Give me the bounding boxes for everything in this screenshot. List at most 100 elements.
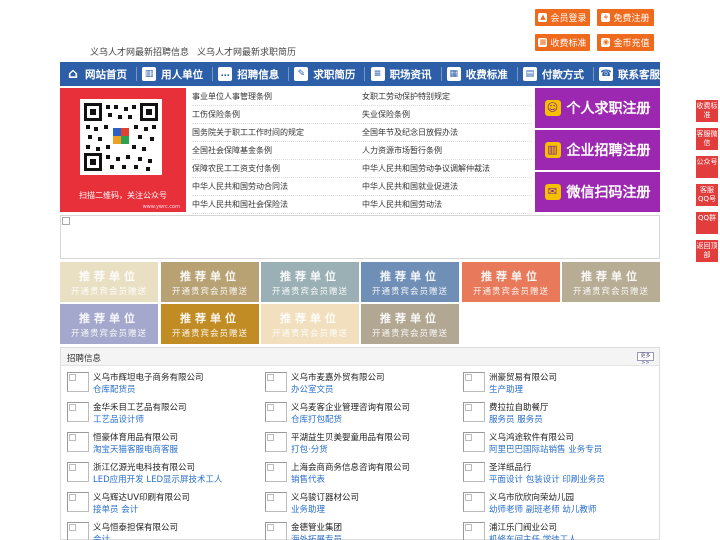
side-tab[interactable]: 公众号 <box>696 156 718 178</box>
company-logo-image[interactable] <box>265 492 287 512</box>
company-name-link[interactable]: 金德管业集团 <box>291 521 342 533</box>
recommend-tile[interactable]: 推荐单位 开通贵宾会员赠送 <box>562 262 660 302</box>
company-name-link[interactable]: 浦江乐门阀业公司 <box>489 521 557 533</box>
law-link[interactable]: 失业保险条例 <box>362 109 532 120</box>
job-position-link[interactable]: 业务助理 <box>291 503 325 515</box>
law-link[interactable]: 事业单位人事管理条例 <box>192 91 362 102</box>
job-position-link[interactable]: 接单员 会计 <box>93 503 138 515</box>
job-position-link[interactable]: 仓库打包配货 <box>291 413 342 425</box>
banner-ad[interactable] <box>60 215 660 259</box>
nav-resumes[interactable]: ✎ 求职简历 <box>294 62 355 86</box>
job-position-link[interactable]: 平面设计 包装设计 印刷业务员 <box>489 473 605 485</box>
company-name-link[interactable]: 费拉拉自助餐厅 <box>489 401 549 413</box>
side-tab[interactable]: 客服QQ号 <box>696 184 718 206</box>
company-name-link[interactable]: 义乌恒泰担保有限公司 <box>93 521 178 533</box>
company-logo-image[interactable] <box>463 522 485 540</box>
job-position-link[interactable]: 机修车间主任 学徒工人 <box>489 533 577 540</box>
job-position-link[interactable]: 阿里巴巴国际站销售 业务专员 <box>489 443 602 455</box>
job-position-link[interactable]: 海外拓展专员 <box>291 533 342 540</box>
law-link[interactable]: 保障农民工工资支付条例 <box>192 163 362 174</box>
recommend-tile[interactable]: 推荐单位 开通贵宾会员赠送 <box>161 262 259 302</box>
company-logo-image[interactable] <box>67 372 89 392</box>
nav-job-listings[interactable]: … 招聘信息 <box>218 62 279 86</box>
company-logo-image[interactable] <box>265 462 287 482</box>
company-logo-image[interactable] <box>265 372 287 392</box>
job-position-link[interactable]: 生产助理 <box>489 383 523 395</box>
law-link[interactable]: 人力资源市场暂行条例 <box>362 145 532 156</box>
company-name-link[interactable]: 义乌市欣欣向荣幼儿园 <box>489 491 574 503</box>
company-name-link[interactable]: 平湖益生贝美婴童用品有限公司 <box>291 431 410 443</box>
company-name-link[interactable]: 义乌辉达UV印刷有限公司 <box>93 491 190 503</box>
nav-employers[interactable]: ▥ 用人单位 <box>142 62 203 86</box>
recommend-tile[interactable]: 推荐单位 开通贵宾会员赠送 <box>261 262 359 302</box>
recommend-tile[interactable]: 推荐单位 开通贵宾会员赠送 <box>60 304 158 344</box>
job-position-link[interactable]: 会计 <box>93 533 110 540</box>
free-register-button[interactable]: + 免费注册 <box>597 9 654 26</box>
company-name-link[interactable]: 上海会商商务信息咨询有限公司 <box>291 461 410 473</box>
job-position-link[interactable]: 办公室文员 <box>291 383 334 395</box>
company-name-link[interactable]: 恒豪体育用品有限公司 <box>93 431 178 443</box>
company-logo-image[interactable] <box>265 402 287 422</box>
member-login-button[interactable]: ▲ 会员登录 <box>535 9 590 26</box>
law-link[interactable]: 中华人民共和国劳动争议调解仲裁法 <box>362 163 532 174</box>
company-logo-image[interactable] <box>463 432 485 452</box>
company-name-link[interactable]: 义乌骏订器材公司 <box>291 491 359 503</box>
job-position-link[interactable]: 打包·分货 <box>291 443 328 455</box>
company-logo-image[interactable] <box>463 372 485 392</box>
coin-recharge-button[interactable]: ◉ 金币充值 <box>597 34 654 51</box>
company-name-link[interactable]: 义乌市麦嘉外贸有限公司 <box>291 371 385 383</box>
recommend-tile[interactable]: 推荐单位 开通贵宾会员赠送 <box>361 262 459 302</box>
law-link[interactable]: 全国社会保障基金条例 <box>192 145 362 156</box>
company-logo-image[interactable] <box>67 522 89 540</box>
nav-payment-methods[interactable]: ▤ 付款方式 <box>522 62 584 86</box>
company-name-link[interactable]: 圣洋纸品行 <box>489 461 532 473</box>
company-logo-image[interactable] <box>67 432 89 452</box>
recommend-tile[interactable]: 推荐单位 开通贵宾会员赠送 <box>60 262 158 302</box>
job-position-link[interactable]: 幼师老师 副班老师 幼儿教师 <box>489 503 596 515</box>
job-position-link[interactable]: 服务员 服务员 <box>489 413 543 425</box>
side-tab[interactable]: QQ群 <box>696 212 718 234</box>
side-tab[interactable]: 收费标准 <box>696 100 718 122</box>
job-position-link[interactable]: 淘宝天猫客服电商客服 <box>93 443 178 455</box>
company-name-link[interactable]: 金华禾目工艺品有限公司 <box>93 401 187 413</box>
job-position-link[interactable]: 仓库配货员 <box>93 383 136 395</box>
law-link[interactable]: 中华人民共和国劳动法 <box>362 199 532 210</box>
job-position-link[interactable]: LED应用开发 LED显示屏技术工人 <box>93 473 223 485</box>
company-logo-image[interactable] <box>463 402 485 422</box>
law-link[interactable]: 中华人民共和国就业促进法 <box>362 181 532 192</box>
employer-register-button[interactable]: ▥ 企业招聘注册 <box>535 130 660 170</box>
company-logo-image[interactable] <box>67 492 89 512</box>
tagline-latest-jobs-link[interactable]: 义乌人才网最新招聘信息 <box>90 45 189 58</box>
nav-career-news[interactable]: ≡ 职场资讯 <box>370 62 432 86</box>
recommend-tile[interactable]: 推荐单位 开通贵宾会员赠送 <box>261 304 359 344</box>
law-link[interactable]: 全国年节及纪念日放假办法 <box>362 127 532 138</box>
recommend-tile[interactable]: 推荐单位 开通贵宾会员赠送 <box>361 304 459 344</box>
company-logo-image[interactable] <box>265 522 287 540</box>
company-name-link[interactable]: 义乌麦客企业管理咨询有限公司 <box>291 401 410 413</box>
side-tab[interactable]: 返回顶部 <box>696 240 718 262</box>
company-logo-image[interactable] <box>463 492 485 512</box>
law-link[interactable]: 中华人民共和国社会保险法 <box>192 199 362 210</box>
company-logo-image[interactable] <box>67 462 89 482</box>
nav-fee-standard[interactable]: ▦ 收费标准 <box>446 62 508 86</box>
job-position-link[interactable]: 销售代表 <box>291 473 325 485</box>
law-link[interactable]: 中华人民共和国劳动合同法 <box>192 181 362 192</box>
nav-home[interactable]: ⌂ 网站首页 <box>66 62 127 86</box>
company-logo-image[interactable] <box>463 462 485 482</box>
jobseeker-register-button[interactable]: ☺ 个人求职注册 <box>535 88 660 128</box>
company-name-link[interactable]: 洲豪贸易有限公司 <box>489 371 557 383</box>
law-link[interactable]: 国务院关于职工工作时间的规定 <box>192 127 362 138</box>
law-link[interactable]: 工伤保险条例 <box>192 109 362 120</box>
company-logo-image[interactable] <box>67 402 89 422</box>
tagline-latest-resumes-link[interactable]: 义乌人才网最新求职简历 <box>197 45 296 58</box>
recommend-tile[interactable]: 推荐单位 开通贵宾会员赠送 <box>161 304 259 344</box>
job-position-link[interactable]: 工艺品设计师 <box>93 413 144 425</box>
law-link[interactable]: 女职工劳动保护特别规定 <box>362 91 532 102</box>
recommend-tile[interactable]: 推荐单位 开通贵宾会员赠送 <box>462 262 560 302</box>
side-tab[interactable]: 客服微信 <box>696 128 718 150</box>
more-jobs-button[interactable]: 更多>> <box>637 352 654 366</box>
company-name-link[interactable]: 义乌鸿途软件有限公司 <box>489 431 574 443</box>
fee-standard-button[interactable]: ▦ 收费标准 <box>535 34 590 51</box>
company-logo-image[interactable] <box>265 432 287 452</box>
company-name-link[interactable]: 浙江亿源光电科技有限公司 <box>93 461 195 473</box>
